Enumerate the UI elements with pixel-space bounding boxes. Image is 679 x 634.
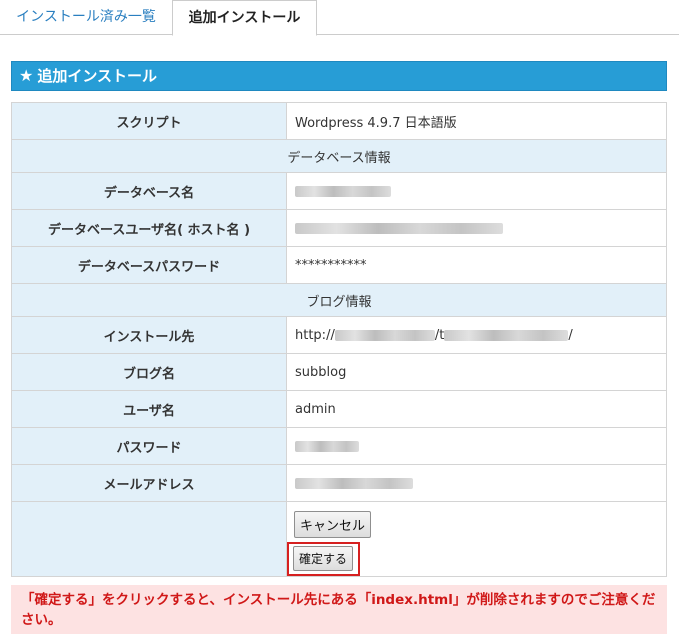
- db-name-label: データベース名: [11, 172, 287, 210]
- tab-installed-list[interactable]: インストール済み一覧: [0, 0, 172, 35]
- table-row: キャンセル 確定する: [11, 501, 667, 577]
- table-row: ブログ情報: [11, 283, 667, 317]
- table-row: インストール先 http:// /t /: [11, 316, 667, 354]
- confirm-highlight: 確定する: [287, 542, 361, 576]
- tab-bar: インストール済み一覧 追加インストール: [0, 0, 679, 36]
- table-row: データベース名: [11, 172, 667, 210]
- buttons-label-cell: [11, 501, 287, 577]
- table-row: ユーザ名 admin: [11, 390, 667, 428]
- install-dest-middle: /t: [434, 327, 445, 343]
- table-row: データベース情報: [11, 139, 667, 173]
- db-section-heading: データベース情報: [11, 139, 667, 173]
- redacted-db-user: [295, 222, 503, 234]
- table-row: ブログ名 subblog: [11, 353, 667, 391]
- db-password-value: ***********: [286, 246, 667, 284]
- section-title: 追加インストール: [37, 67, 158, 85]
- star-icon: ★: [19, 66, 34, 85]
- redacted-db-name: [295, 185, 391, 197]
- install-form-table: スクリプト Wordpress 4.9.7 日本語版 データベース情報 データベ…: [11, 102, 667, 577]
- blog-name-value: subblog: [286, 353, 667, 391]
- redacted-path: [444, 329, 569, 341]
- blog-section-heading: ブログ情報: [11, 283, 667, 317]
- db-user-value: [286, 209, 667, 247]
- redacted-email: [295, 477, 413, 489]
- table-row: データベースパスワード ***********: [11, 246, 667, 284]
- install-dest-suffix: /: [568, 327, 573, 343]
- install-dest-prefix: http://: [295, 327, 335, 343]
- section-header: ★ 追加インストール: [11, 61, 667, 91]
- password-value: [286, 427, 667, 465]
- buttons-cell: キャンセル 確定する: [286, 501, 667, 577]
- table-row: スクリプト Wordpress 4.9.7 日本語版: [11, 102, 667, 140]
- install-dest-label: インストール先: [11, 316, 287, 354]
- user-name-value: admin: [286, 390, 667, 428]
- table-row: データベースユーザ名( ホスト名 ): [11, 209, 667, 247]
- script-value: Wordpress 4.9.7 日本語版: [286, 102, 667, 140]
- blog-name-label: ブログ名: [11, 353, 287, 391]
- install-dest-value: http:// /t /: [286, 316, 667, 354]
- warning-message: 「確定する」をクリックすると、インストール先にある「index.html」が削除…: [11, 585, 667, 634]
- cancel-button[interactable]: キャンセル: [294, 511, 372, 538]
- confirm-button[interactable]: 確定する: [293, 546, 354, 571]
- user-name-label: ユーザ名: [11, 390, 287, 428]
- redacted-host: [334, 329, 435, 341]
- db-name-value: [286, 172, 667, 210]
- redacted-password: [295, 440, 359, 452]
- tab-add-install[interactable]: 追加インストール: [172, 0, 317, 36]
- table-row: メールアドレス: [11, 464, 667, 502]
- script-label: スクリプト: [11, 102, 287, 140]
- password-label: パスワード: [11, 427, 287, 465]
- table-row: パスワード: [11, 427, 667, 465]
- email-label: メールアドレス: [11, 464, 287, 502]
- db-password-label: データベースパスワード: [11, 246, 287, 284]
- email-value: [286, 464, 667, 502]
- db-user-label: データベースユーザ名( ホスト名 ): [11, 209, 287, 247]
